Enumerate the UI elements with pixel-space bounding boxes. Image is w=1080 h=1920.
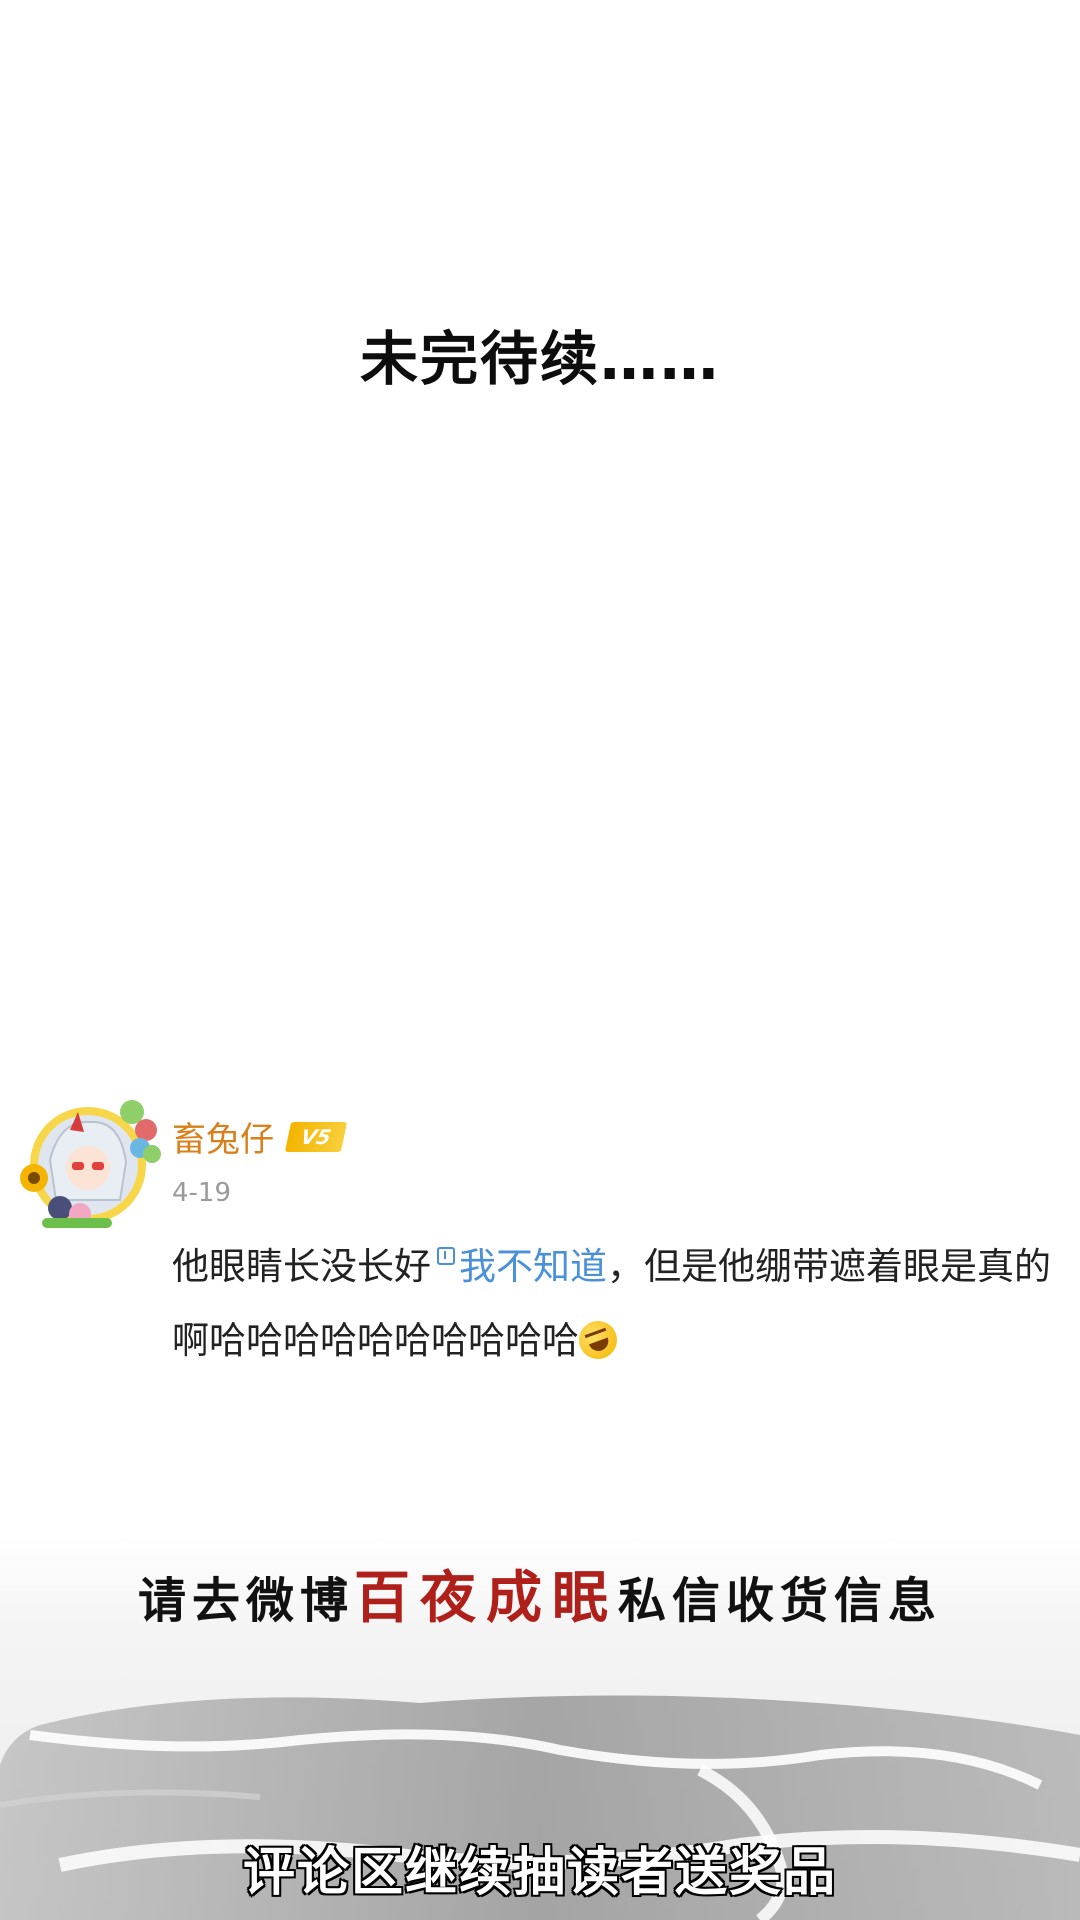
comment-date: 4-19 xyxy=(172,1178,232,1208)
avatar[interactable] xyxy=(20,1090,165,1235)
promo-weibo-instruction: 请去微博百夜成眠私信收货信息 xyxy=(0,1553,1080,1634)
rolling-on-floor-laughing-icon xyxy=(573,1315,623,1365)
username-label[interactable]: 畜兔仔 xyxy=(172,1112,274,1161)
promo-line1-suffix: 私信收货信息 xyxy=(618,1573,943,1629)
username[interactable]: 畜兔仔 V5 xyxy=(172,1112,348,1161)
comment-text: 他眼睛长没长好 我不知道，但是他绷带遮着眼是真的啊哈哈哈哈哈哈哈哈哈哈 xyxy=(172,1230,1052,1378)
vip-level-badge: V5 xyxy=(284,1121,348,1152)
promo-account-name: 百夜成眠 xyxy=(354,1566,618,1631)
link-icon[interactable] xyxy=(437,1247,455,1265)
comment-text-part1: 他眼睛长没长好 xyxy=(172,1245,431,1288)
to-be-continued-title: 未完待续…… xyxy=(359,325,720,393)
promo-line1-prefix: 请去微博 xyxy=(137,1573,354,1629)
comment-card: 畜兔仔 V5 4-19 他眼睛长没长好 我不知道，但是他绷带遮着眼是真的啊哈哈哈哈… xyxy=(20,1090,1060,1390)
avatar-illustration-icon xyxy=(20,1100,161,1228)
page: 未完待续…… 畜兔仔 V5 4-19 他眼睛长没长好 我不知道，但是他绷带遮着眼… xyxy=(0,0,1080,1920)
promo-giveaway-line: 评论区继续抽读者送奖品 xyxy=(241,1842,837,1905)
comment-link[interactable]: 我不知道 xyxy=(459,1245,607,1288)
